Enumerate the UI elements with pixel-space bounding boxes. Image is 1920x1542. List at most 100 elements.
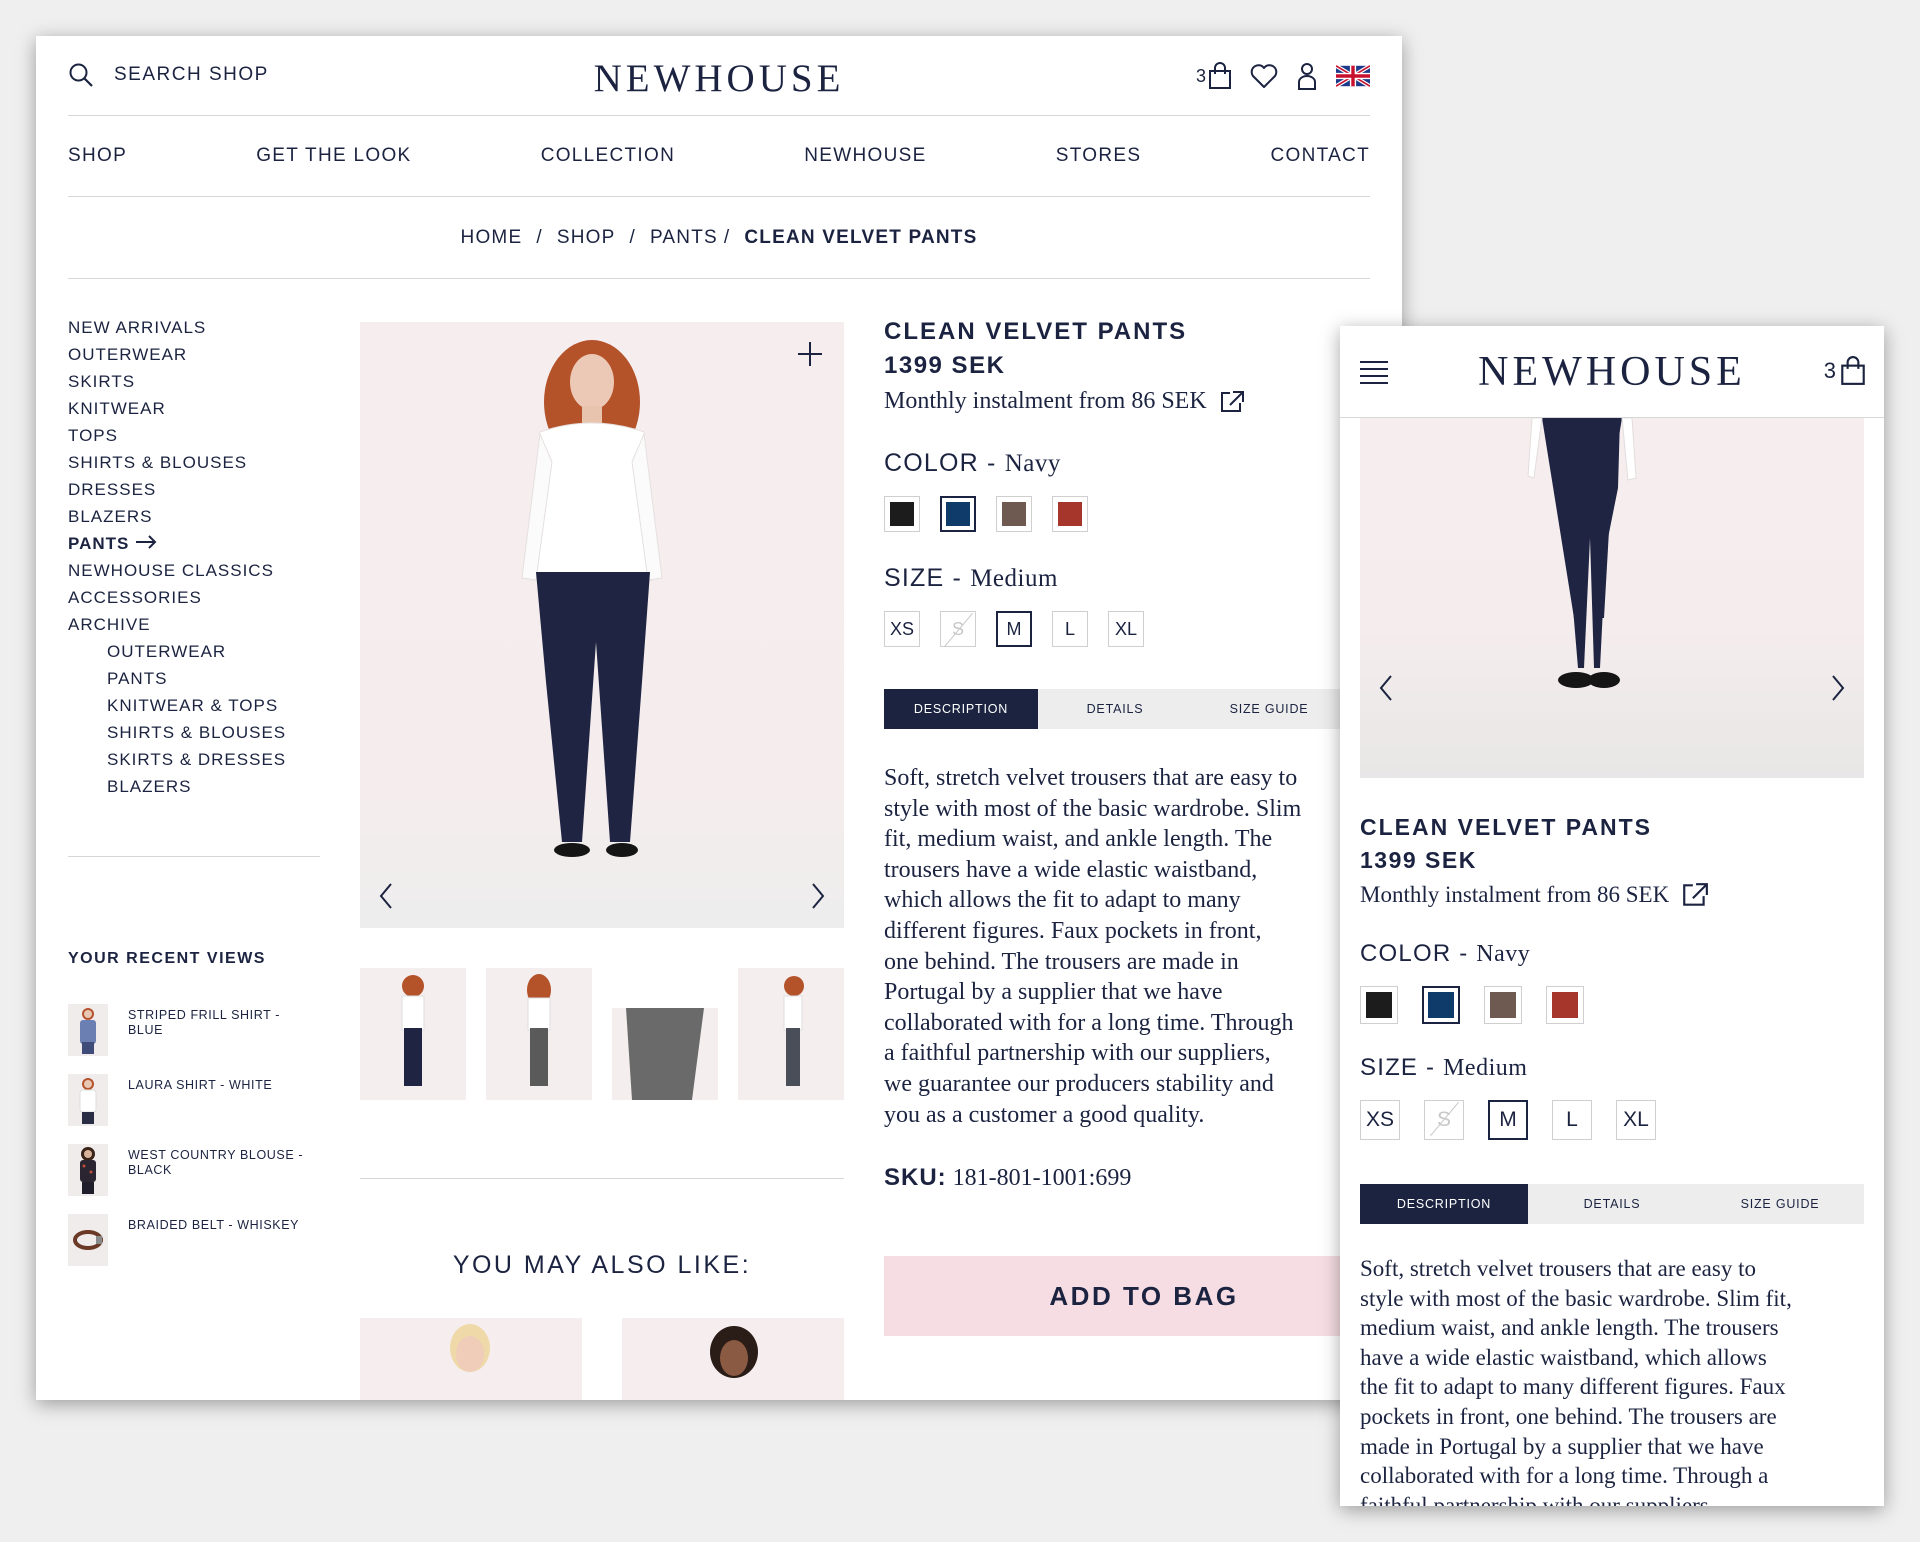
mobile-bag-button[interactable]: 3 [1824, 356, 1866, 386]
zoom-plus-icon[interactable] [796, 340, 824, 368]
bag-button[interactable]: 3 [1196, 62, 1232, 90]
breadcrumb-home[interactable]: HOME [461, 227, 523, 249]
sidebar-item-skirts-dresses[interactable]: SKIRTS & DRESSES [68, 746, 320, 773]
color-swatch-black[interactable] [884, 496, 920, 532]
shopping-bag-icon [1209, 62, 1231, 89]
color-swatch-navy[interactable] [1422, 986, 1460, 1024]
sidebar-item-archive[interactable]: ARCHIVE [68, 611, 320, 638]
size-xl[interactable]: XL [1108, 611, 1144, 647]
tab-size-guide[interactable]: SIZE GUIDE [1192, 689, 1346, 729]
sidebar-item-outerwear[interactable]: OUTERWEAR [68, 341, 320, 368]
sidebar-item-label: KNITWEAR & TOPS [107, 696, 279, 715]
sidebar-item-label: PANTS [68, 534, 130, 553]
nav-get-the-look[interactable]: GET THE LOOK [256, 145, 411, 167]
recommendation-card[interactable] [360, 1318, 582, 1400]
thumbnail-back[interactable] [486, 968, 592, 1100]
product-tabs: DESCRIPTION DETAILS SIZE GUIDE [884, 689, 1346, 729]
size-l[interactable]: L [1552, 1100, 1592, 1140]
recent-item[interactable]: WEST COUNTRY BLOUSE - BLACK [68, 1144, 308, 1214]
chevron-right-icon[interactable] [1830, 674, 1846, 702]
breadcrumb-separator: / [536, 226, 543, 248]
thumbnail-front[interactable] [360, 968, 466, 1100]
sidebar-item-new-arrivals[interactable]: NEW ARRIVALS [68, 314, 320, 341]
user-icon[interactable] [1296, 62, 1318, 90]
sidebar-item-label: SKIRTS [68, 372, 136, 391]
tab-details[interactable]: DETAILS [1528, 1184, 1696, 1224]
sidebar-item-knitwear-tops[interactable]: KNITWEAR & TOPS [68, 692, 320, 719]
instalment-link[interactable]: Monthly instalment from 86 SEK [1360, 882, 1870, 908]
sidebar-item-shirts-blouses[interactable]: SHIRTS & BLOUSES [68, 449, 320, 476]
nav-shop[interactable]: SHOP [68, 145, 127, 167]
mobile-view: NEWHOUSE 3 CLEAN VELVET PANTS 1399 SEK M… [1340, 326, 1884, 1506]
sidebar-item-newhouse-classics[interactable]: NEWHOUSE CLASSICS [68, 557, 320, 584]
size-options: XS S M L XL [884, 611, 1402, 647]
color-swatch-brown[interactable] [996, 496, 1032, 532]
color-swatch-red[interactable] [1546, 986, 1584, 1024]
sku-value: 181-801-1001:699 [952, 1165, 1132, 1192]
sidebar-item-label: ARCHIVE [68, 615, 151, 634]
size-xs[interactable]: XS [884, 611, 920, 647]
nav-contact[interactable]: CONTACT [1270, 145, 1370, 167]
chevron-left-icon[interactable] [378, 882, 394, 910]
recent-item[interactable]: STRIPED FRILL SHIRT - BLUE [68, 1004, 308, 1074]
uk-flag-icon[interactable] [1336, 65, 1370, 87]
external-link-icon [1683, 883, 1709, 906]
color-swatch-brown[interactable] [1484, 986, 1522, 1024]
mobile-brand-logo[interactable]: NEWHOUSE [1340, 348, 1884, 396]
sidebar-item-pants[interactable]: PANTS [68, 665, 320, 692]
color-value: Navy [1004, 450, 1061, 477]
recent-item-label: STRIPED FRILL SHIRT - BLUE [128, 1008, 280, 1037]
sidebar-item-label: DRESSES [68, 480, 157, 499]
color-swatch-navy[interactable] [940, 496, 976, 532]
sidebar-item-outerwear[interactable]: OUTERWEAR [68, 638, 320, 665]
breadcrumb-pants[interactable]: PANTS [650, 227, 718, 249]
size-m[interactable]: M [1488, 1100, 1528, 1140]
tab-details[interactable]: DETAILS [1038, 689, 1192, 729]
thumbnail-side[interactable] [738, 968, 844, 1100]
recent-item-label: LAURA SHIRT - WHITE [128, 1078, 273, 1092]
description-line: made in Portugal by a supplier that we h… [1360, 1433, 1764, 1459]
search-button[interactable]: SEARCH SHOP [68, 62, 269, 88]
sidebar-item-dresses[interactable]: DRESSES [68, 476, 320, 503]
tab-description[interactable]: DESCRIPTION [1360, 1184, 1528, 1224]
sidebar-item-label: BLAZERS [107, 777, 192, 796]
sidebar-item-blazers[interactable]: BLAZERS [68, 773, 320, 800]
chevron-left-icon[interactable] [1378, 674, 1394, 702]
sidebar-item-pants[interactable]: PANTS [68, 530, 320, 557]
instalment-link[interactable]: Monthly instalment from 86 SEK [884, 388, 1402, 415]
sidebar-item-skirts[interactable]: SKIRTS [68, 368, 320, 395]
recommendation-card[interactable] [622, 1318, 844, 1400]
color-swatch-black[interactable] [1360, 986, 1398, 1024]
breadcrumb-shop[interactable]: SHOP [557, 227, 616, 249]
recent-item[interactable]: BRAIDED BELT - WHISKEY [68, 1214, 308, 1284]
sidebar-item-blazers[interactable]: BLAZERS [68, 503, 320, 530]
recent-item-thumbnail [68, 1004, 108, 1056]
color-label-text: COLOR - [884, 449, 997, 477]
chevron-right-icon[interactable] [810, 882, 826, 910]
thumbnail-detail[interactable] [612, 968, 718, 1100]
size-m[interactable]: M [996, 611, 1032, 647]
color-label-text: COLOR - [1360, 940, 1469, 967]
tab-size-guide[interactable]: SIZE GUIDE [1696, 1184, 1864, 1224]
nav-newhouse[interactable]: NEWHOUSE [804, 145, 926, 167]
you-may-also-like-title: YOU MAY ALSO LIKE: [360, 1178, 844, 1280]
description-line: trousers have a wide elastic waistband, [884, 856, 1258, 883]
color-swatch-red[interactable] [1052, 496, 1088, 532]
size-l[interactable]: L [1052, 611, 1088, 647]
sidebar-item-label: SHIRTS & BLOUSES [68, 453, 248, 472]
tab-description[interactable]: DESCRIPTION [884, 689, 1038, 729]
size-xs[interactable]: XS [1360, 1100, 1400, 1140]
heart-icon[interactable] [1250, 63, 1278, 89]
add-to-bag-button[interactable]: ADD TO BAG [884, 1256, 1402, 1336]
size-xl[interactable]: XL [1616, 1100, 1656, 1140]
sidebar-item-accessories[interactable]: ACCESSORIES [68, 584, 320, 611]
nav-stores[interactable]: STORES [1056, 145, 1142, 167]
sidebar-item-knitwear[interactable]: KNITWEAR [68, 395, 320, 422]
sidebar-item-tops[interactable]: TOPS [68, 422, 320, 449]
sidebar-item-shirts-blouses[interactable]: SHIRTS & BLOUSES [68, 719, 320, 746]
product-main-image[interactable] [360, 322, 844, 928]
mobile-product-image[interactable] [1360, 418, 1864, 778]
recent-item[interactable]: LAURA SHIRT - WHITE [68, 1074, 308, 1144]
hamburger-menu-icon[interactable] [1360, 360, 1388, 384]
nav-collection[interactable]: COLLECTION [541, 145, 675, 167]
